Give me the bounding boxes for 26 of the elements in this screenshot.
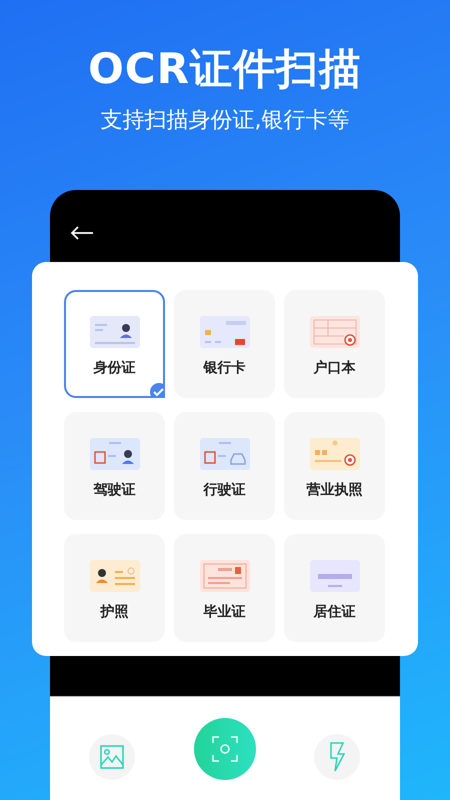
document-type-tile[interactable]: 行驶证 bbox=[174, 412, 275, 520]
document-type-tile[interactable]: 身份证 bbox=[64, 290, 165, 398]
headline-subtitle: 支持扫描身份证,银行卡等 bbox=[100, 108, 350, 135]
flash-button[interactable] bbox=[314, 734, 360, 780]
document-type-tile[interactable]: 银行卡 bbox=[174, 290, 275, 398]
document-type-tile[interactable]: 毕业证 bbox=[174, 534, 275, 642]
document-type-tile[interactable]: 居住证 bbox=[284, 534, 385, 642]
back-arrow-icon[interactable] bbox=[70, 226, 94, 240]
document-card-icon bbox=[200, 560, 250, 592]
document-type-tile[interactable]: 户口本 bbox=[284, 290, 385, 398]
image-icon bbox=[100, 744, 124, 768]
document-card-icon bbox=[90, 316, 140, 348]
document-card-icon bbox=[310, 560, 360, 592]
lightning-icon bbox=[329, 742, 345, 772]
document-card-icon bbox=[310, 316, 360, 348]
gallery-button[interactable] bbox=[89, 734, 135, 780]
document-type-tile[interactable]: 营业执照 bbox=[284, 412, 385, 520]
document-card-icon bbox=[310, 438, 360, 470]
scan-frame-icon bbox=[212, 736, 238, 762]
document-card-icon bbox=[200, 316, 250, 348]
headline-title: OCR证件扫描 bbox=[87, 46, 363, 92]
document-type-tile[interactable]: 驾驶证 bbox=[64, 412, 165, 520]
document-card-icon bbox=[90, 560, 140, 592]
document-card-icon bbox=[90, 438, 140, 470]
document-type-tile[interactable]: 护照 bbox=[64, 534, 165, 642]
document-card-icon bbox=[200, 438, 250, 470]
